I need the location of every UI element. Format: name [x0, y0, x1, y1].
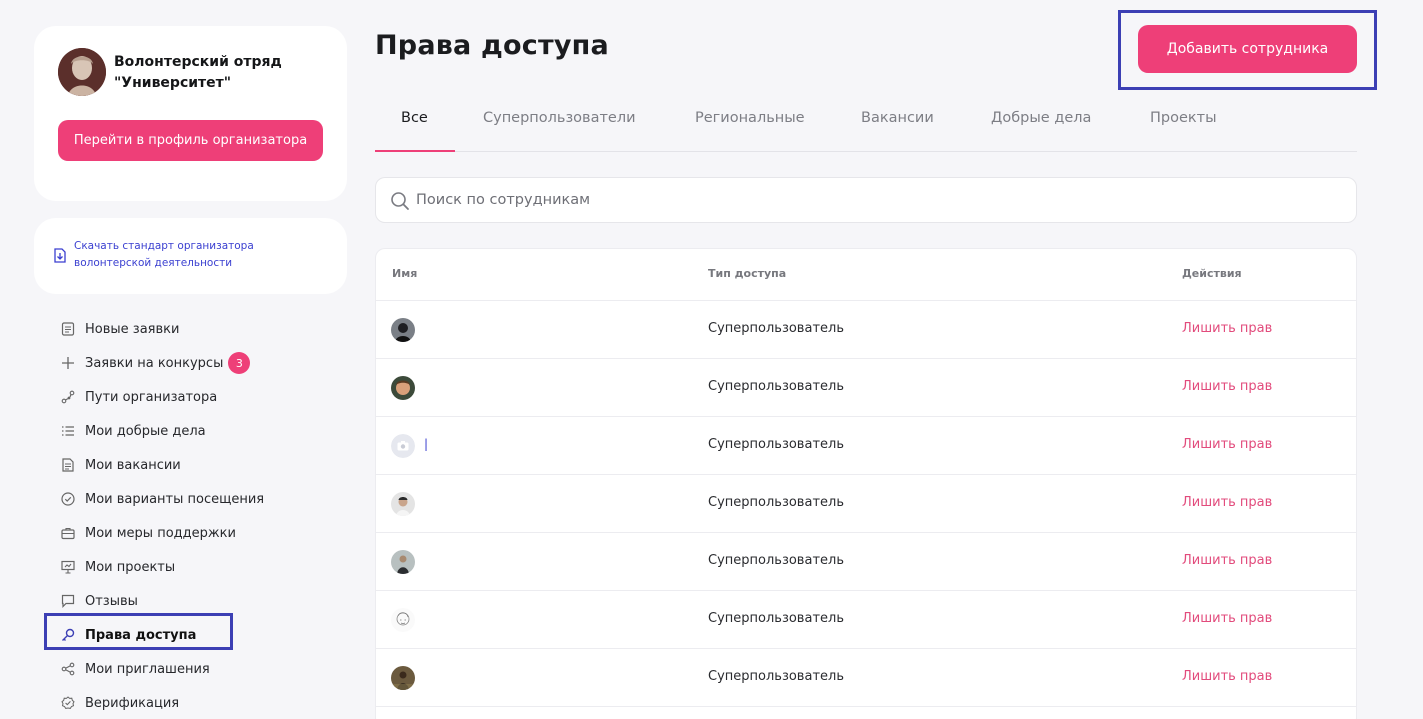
- go-to-profile-button[interactable]: Перейти в профиль организатора: [58, 120, 323, 161]
- nav-item-contest-requests[interactable]: Заявки на конкурсы 3: [44, 346, 344, 380]
- table-row: Суперпользователь Лишить прав: [376, 475, 1356, 533]
- active-item-highlight: [44, 613, 233, 650]
- nav-label: Мои варианты посещения: [85, 491, 265, 507]
- add-employee-button[interactable]: Добавить сотрудника: [1138, 25, 1357, 73]
- user-avatar[interactable]: [391, 550, 415, 574]
- revoke-rights-link[interactable]: Лишить прав: [1182, 553, 1272, 568]
- route-icon: [60, 389, 76, 405]
- share-icon: [60, 661, 76, 677]
- nav-item-new-requests[interactable]: Новые заявки: [44, 312, 344, 346]
- nav-label: Мои вакансии: [85, 457, 181, 473]
- access-type: Суперпользователь: [708, 495, 844, 510]
- nav-item-organizer-paths[interactable]: Пути организатора: [44, 380, 344, 414]
- download-standard-link[interactable]: Скачать стандарт организатора волонтерск…: [74, 238, 304, 272]
- user-avatar[interactable]: [391, 666, 415, 690]
- verified-icon: [60, 695, 76, 711]
- document-list-icon: [60, 321, 76, 337]
- nav-item-support-measures[interactable]: Мои меры поддержки: [44, 516, 344, 550]
- nav-label: Мои приглашения: [85, 661, 210, 677]
- revoke-rights-link[interactable]: Лишить прав: [1182, 379, 1272, 394]
- nav-label: Отзывы: [85, 593, 138, 609]
- nav-label: Заявки на конкурсы: [85, 355, 224, 371]
- table-row: Суперпользователь Лишить прав: [376, 533, 1356, 591]
- download-document-icon: [54, 248, 66, 263]
- column-header-access-type: Тип доступа: [708, 267, 787, 280]
- organizer-card: Волонтерский отряд "Университет" Перейти…: [34, 26, 347, 201]
- nav-label: Пути организатора: [85, 389, 218, 405]
- count-badge: 3: [228, 352, 251, 374]
- tab-projects[interactable]: Проекты: [1150, 110, 1217, 126]
- tab-good-deeds[interactable]: Добрые дела: [991, 110, 1091, 126]
- column-header-name: Имя: [392, 267, 418, 280]
- org-name: Волонтерский отряд "Университет": [114, 54, 282, 91]
- check-circle-icon: [60, 491, 76, 507]
- user-avatar[interactable]: [391, 376, 415, 400]
- table-row: Суперпользователь Лишить прав: [376, 359, 1356, 417]
- access-type: Суперпользователь: [708, 553, 844, 568]
- page-title: Права доступа: [375, 30, 609, 61]
- download-card: Скачать стандарт организатора волонтерск…: [34, 218, 347, 294]
- nav-item-invitations[interactable]: Мои приглашения: [44, 652, 344, 686]
- nav-item-good-deeds[interactable]: Мои добрые дела: [44, 414, 344, 448]
- table-header: Имя Тип доступа Действия: [376, 249, 1356, 301]
- access-type: Суперпользователь: [708, 437, 844, 452]
- document-icon: [60, 457, 76, 473]
- chat-icon: [60, 593, 76, 609]
- sidebar-nav: Новые заявки Заявки на конкурсы 3 Пути о…: [44, 312, 344, 719]
- column-header-actions: Действия: [1182, 267, 1242, 280]
- nav-label: Верификация: [85, 695, 180, 711]
- access-type: Суперпользователь: [708, 321, 844, 336]
- nav-label: Новые заявки: [85, 321, 180, 337]
- nav-label: Мои добрые дела: [85, 423, 206, 439]
- tab-vacancies[interactable]: Вакансии: [861, 110, 934, 126]
- user-avatar[interactable]: [391, 492, 415, 516]
- briefcase-icon: [60, 525, 76, 541]
- tab-superusers[interactable]: Суперпользователи: [483, 110, 636, 126]
- employees-table: Имя Тип доступа Действия Суперпользовате…: [375, 248, 1357, 719]
- tab-regional[interactable]: Региональные: [695, 110, 805, 126]
- table-row: Суперпользователь Лишить прав: [376, 649, 1356, 707]
- table-row: | Суперпользователь Лишить прав: [376, 417, 1356, 475]
- table-row: Суперпользователь Лишить прав: [376, 591, 1356, 649]
- nav-item-vacancies[interactable]: Мои вакансии: [44, 448, 344, 482]
- nav-label: Мои меры поддержки: [85, 525, 236, 541]
- revoke-rights-link[interactable]: Лишить прав: [1182, 321, 1272, 336]
- search-icon: [391, 192, 409, 210]
- user-name[interactable]: |: [424, 437, 428, 451]
- user-avatar[interactable]: [391, 318, 415, 342]
- table-row: Суперпользователь Лишить прав: [376, 301, 1356, 359]
- employee-search: [375, 177, 1357, 223]
- list-icon: [60, 423, 76, 439]
- revoke-rights-link[interactable]: Лишить прав: [1182, 437, 1272, 452]
- plus-icon: [60, 355, 76, 371]
- revoke-rights-link[interactable]: Лишить прав: [1182, 669, 1272, 684]
- nav-item-verification[interactable]: Верификация: [44, 686, 344, 719]
- nav-label: Мои проекты: [85, 559, 176, 575]
- active-tab-indicator: [375, 150, 455, 152]
- access-type: Суперпользователь: [708, 611, 844, 626]
- presentation-icon: [60, 559, 76, 575]
- nav-item-projects[interactable]: Мои проекты: [44, 550, 344, 584]
- revoke-rights-link[interactable]: Лишить прав: [1182, 611, 1272, 626]
- user-avatar[interactable]: [391, 608, 415, 632]
- camera-placeholder-icon[interactable]: [391, 434, 415, 458]
- access-type: Суперпользователь: [708, 669, 844, 684]
- nav-item-visit-options[interactable]: Мои варианты посещения: [44, 482, 344, 516]
- tab-all[interactable]: Все: [401, 110, 428, 126]
- access-type: Суперпользователь: [708, 379, 844, 394]
- search-input[interactable]: [416, 178, 1316, 222]
- filter-tabs: Все Суперпользователи Региональные Вакан…: [375, 96, 1357, 152]
- revoke-rights-link[interactable]: Лишить прав: [1182, 495, 1272, 510]
- org-avatar[interactable]: [58, 48, 106, 96]
